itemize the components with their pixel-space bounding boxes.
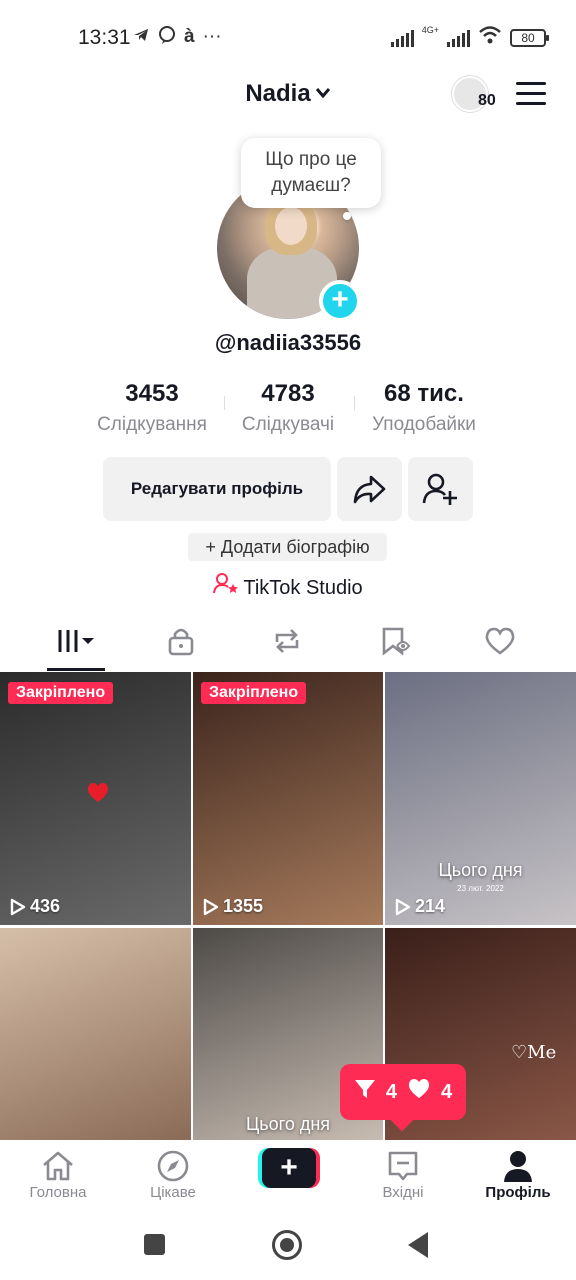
chevron-down-icon — [315, 83, 331, 104]
status-time: 13:31 — [78, 26, 131, 49]
viber-icon — [158, 26, 176, 50]
video-caption: Цього дня — [438, 860, 523, 880]
avatar-prompt-bubble[interactable]: Що про це думаєш? — [241, 138, 381, 220]
battery-icon: 80 — [510, 28, 549, 47]
nav-profile-label: Профіль — [485, 1184, 551, 1201]
view-count-value: 436 — [30, 896, 61, 916]
studio-label: TikTok Studio — [243, 577, 363, 599]
nav-inbox[interactable]: Вхідні — [358, 1148, 448, 1201]
tab-indicator — [47, 668, 105, 671]
profile-tabs — [0, 616, 576, 672]
tab-saved[interactable] — [355, 616, 435, 670]
videos-icon — [54, 627, 98, 660]
back-button[interactable] — [408, 1232, 428, 1258]
view-count-value: 1355 — [223, 896, 264, 916]
account-name: Nadia — [245, 80, 311, 107]
add-bio-button[interactable]: + Додати біографію — [188, 533, 387, 561]
video-thumbnail[interactable]: Цього дня 23 лют. 2022 214 — [385, 672, 576, 925]
video-date: 23 лют. 2022 — [457, 884, 504, 893]
inbox-icon — [358, 1148, 448, 1184]
menu-icon[interactable] — [516, 82, 546, 106]
nav-discover[interactable]: Цікаве — [128, 1148, 218, 1201]
view-count: 214 — [395, 896, 445, 917]
nav-inbox-label: Вхідні — [382, 1184, 424, 1201]
stat-followers[interactable]: 4783 Слідкувачі — [236, 380, 340, 436]
video-thumbnail[interactable]: Закріплено 436 — [0, 672, 191, 925]
profile-header: Nadia 80 — [0, 70, 576, 120]
signal-icon-2 — [447, 29, 470, 47]
visitors-count: 80 — [478, 92, 496, 109]
tab-liked[interactable] — [460, 616, 540, 670]
plus-icon: + — [262, 1148, 316, 1188]
stat-followers-label: Слідкувачі — [241, 414, 335, 435]
video-thumbnail[interactable] — [0, 928, 191, 1140]
system-nav — [0, 1210, 576, 1280]
nav-home[interactable]: Головна — [13, 1148, 103, 1201]
view-count: 436 — [10, 896, 60, 917]
tiktok-studio-link[interactable]: TikTok Studio — [0, 572, 576, 600]
message-filter-icon — [354, 1079, 376, 1105]
play-icon — [10, 898, 26, 915]
liked-icon — [484, 626, 516, 661]
tab-private[interactable] — [141, 616, 221, 670]
profile-stats: 3453 Слідкування 4783 Слідкувачі 68 тис.… — [0, 380, 576, 440]
play-icon — [203, 898, 219, 915]
stat-following-value: 3453 — [125, 380, 179, 407]
activity-notification[interactable]: 4 4 — [340, 1064, 466, 1120]
home-button[interactable] — [272, 1230, 302, 1260]
bottom-nav: Головна Цікаве + Вхідні Профіль — [0, 1140, 576, 1210]
status-bar: 13:31 à ··· 4G+ 80 — [0, 0, 576, 70]
telegram-icon — [132, 26, 150, 50]
share-profile-button[interactable] — [337, 457, 402, 521]
recents-button[interactable] — [144, 1234, 165, 1255]
more-icon: ··· — [202, 26, 222, 47]
wifi-icon — [478, 26, 502, 49]
home-icon — [13, 1148, 103, 1184]
pinned-badge: Закріплено — [201, 682, 307, 704]
studio-user-icon — [213, 572, 239, 600]
create-button[interactable]: + — [258, 1148, 320, 1188]
pinned-badge: Закріплено — [8, 682, 114, 704]
notif-likes-count: 4 — [441, 1080, 453, 1103]
saved-icon — [379, 626, 411, 661]
nav-profile[interactable]: Профіль — [473, 1148, 563, 1201]
nav-discover-label: Цікаве — [150, 1184, 196, 1201]
stat-likes[interactable]: 68 тис. Уподобайки — [364, 380, 484, 436]
stat-following[interactable]: 3453 Слідкування — [92, 380, 212, 436]
video-thumbnail[interactable]: Закріплено 1355 — [193, 672, 383, 925]
profile-icon — [473, 1148, 563, 1184]
notif-messages-count: 4 — [385, 1080, 397, 1103]
play-icon — [395, 898, 411, 915]
stat-following-label: Слідкування — [97, 414, 207, 435]
status-right: 4G+ 80 — [390, 24, 549, 49]
edit-profile-button[interactable]: Редагувати профіль — [103, 457, 331, 521]
tab-reposts[interactable] — [247, 616, 327, 670]
view-count-value: 214 — [415, 896, 446, 916]
stat-followers-value: 4783 — [261, 380, 315, 407]
video-grid: Закріплено 436 Закріплено 1355 Цього дня… — [0, 672, 576, 1140]
add-story-plus-icon[interactable]: + — [319, 280, 361, 322]
stat-likes-value: 68 тис. — [384, 380, 464, 407]
nav-home-label: Головна — [29, 1184, 87, 1201]
lock-icon — [167, 626, 195, 661]
tab-videos[interactable] — [36, 616, 116, 670]
view-count: 1355 — [203, 896, 263, 917]
video-overlay-text: ♡Me — [511, 1042, 557, 1063]
profile-handle: @nadiia33556 — [214, 330, 362, 355]
status-left-icons: à ··· — [132, 26, 222, 50]
add-friends-button[interactable] — [408, 457, 473, 521]
repost-icon — [271, 626, 303, 661]
divider — [354, 396, 355, 410]
signal-icon — [390, 29, 414, 47]
compass-icon — [128, 1148, 218, 1184]
stat-likes-label: Уподобайки — [372, 414, 476, 435]
divider — [224, 396, 225, 410]
network-type: 4G+ — [421, 24, 439, 35]
heart-icon — [407, 1078, 431, 1106]
accessibility-icon: à — [184, 26, 195, 47]
heart-sticker-icon — [86, 782, 110, 809]
